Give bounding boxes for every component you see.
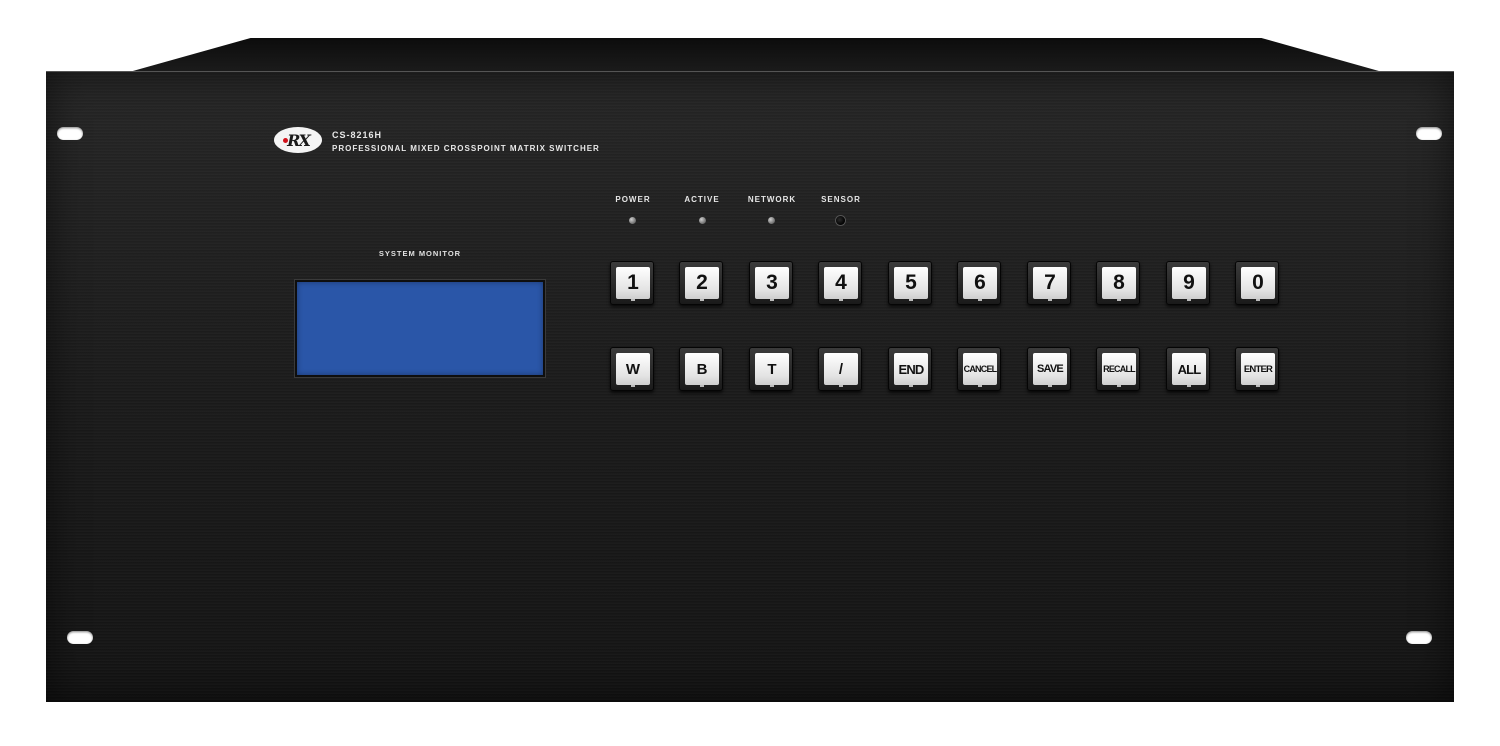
key-label: / [824, 353, 858, 385]
key-led-icon [1256, 385, 1260, 387]
all-button[interactable]: ALL [1166, 347, 1210, 391]
power-label: POWER [615, 195, 651, 204]
key-led-icon [1256, 299, 1260, 301]
key-label: 9 [1172, 267, 1206, 299]
network-led-icon [768, 217, 775, 224]
key-8-button[interactable]: 8 [1096, 261, 1140, 305]
key-label: 1 [616, 267, 650, 299]
key-label: B [685, 353, 719, 385]
recall-button[interactable]: RECALL [1096, 347, 1140, 391]
key-9-button[interactable]: 9 [1166, 261, 1210, 305]
key-led-icon [1117, 385, 1121, 387]
network-label: NETWORK [747, 195, 797, 204]
key-label: ALL [1172, 353, 1206, 385]
key-led-icon [1187, 299, 1191, 301]
key-3-button[interactable]: 3 [749, 261, 793, 305]
key-led-icon [700, 385, 704, 387]
key-led-icon [770, 385, 774, 387]
system-monitor-label: SYSTEM MONITOR [378, 249, 462, 258]
key-label: 0 [1241, 267, 1275, 299]
key-led-icon [631, 385, 635, 387]
key-7-button[interactable]: 7 [1027, 261, 1071, 305]
key-led-icon [631, 299, 635, 301]
active-label: ACTIVE [684, 195, 720, 204]
key-6-button[interactable]: 6 [957, 261, 1001, 305]
cancel-button[interactable]: CANCEL [957, 347, 1001, 391]
sensor-label: SENSOR [821, 195, 861, 204]
rack-mount-hole [1416, 127, 1442, 140]
key-label: T [755, 353, 789, 385]
key-0-button[interactable]: 0 [1235, 261, 1279, 305]
key-led-icon [1048, 299, 1052, 301]
key-led-icon [700, 299, 704, 301]
key-label: ENTER [1241, 353, 1275, 385]
key-label: 5 [894, 267, 928, 299]
model-number: CS-8216H [332, 130, 383, 140]
key-label: 6 [963, 267, 997, 299]
lcd-display [295, 280, 545, 377]
key-led-icon [909, 299, 913, 301]
end-button[interactable]: END [888, 347, 932, 391]
key-5-button[interactable]: 5 [888, 261, 932, 305]
key-led-icon [978, 385, 982, 387]
key-1-button[interactable]: 1 [610, 261, 654, 305]
key-led-icon [839, 299, 843, 301]
key-label: 3 [755, 267, 789, 299]
key-2-button[interactable]: 2 [679, 261, 723, 305]
key-led-icon [1187, 385, 1191, 387]
power-led-icon [629, 217, 636, 224]
key-4-button[interactable]: 4 [818, 261, 862, 305]
key-led-icon [909, 385, 913, 387]
key-led-icon [978, 299, 982, 301]
active-led-icon [699, 217, 706, 224]
key-label: 2 [685, 267, 719, 299]
key-label: RECALL [1102, 353, 1136, 385]
logo-badge: RX [274, 127, 322, 153]
product-subtitle: PROFESSIONAL MIXED CROSSPOINT MATRIX SWI… [332, 144, 600, 153]
rack-mount-hole [67, 631, 93, 644]
rack-mount-hole [1406, 631, 1432, 644]
key-t-button[interactable]: T [749, 347, 793, 391]
key-label: END [894, 353, 928, 385]
key-slash-button[interactable]: / [818, 347, 862, 391]
key-label: SAVE [1033, 353, 1067, 385]
key-led-icon [770, 299, 774, 301]
key-w-button[interactable]: W [610, 347, 654, 391]
key-label: 7 [1033, 267, 1067, 299]
key-led-icon [839, 385, 843, 387]
enter-button[interactable]: ENTER [1235, 347, 1279, 391]
save-button[interactable]: SAVE [1027, 347, 1071, 391]
key-label: 4 [824, 267, 858, 299]
key-led-icon [1048, 385, 1052, 387]
key-label: 8 [1102, 267, 1136, 299]
key-b-button[interactable]: B [679, 347, 723, 391]
key-label: CANCEL [963, 353, 997, 385]
brand-logo: RX [274, 125, 324, 157]
key-label: W [616, 353, 650, 385]
ir-sensor-icon [836, 216, 845, 225]
rack-mount-hole [57, 127, 83, 140]
logo-accent-dot [283, 138, 288, 143]
key-led-icon [1117, 299, 1121, 301]
